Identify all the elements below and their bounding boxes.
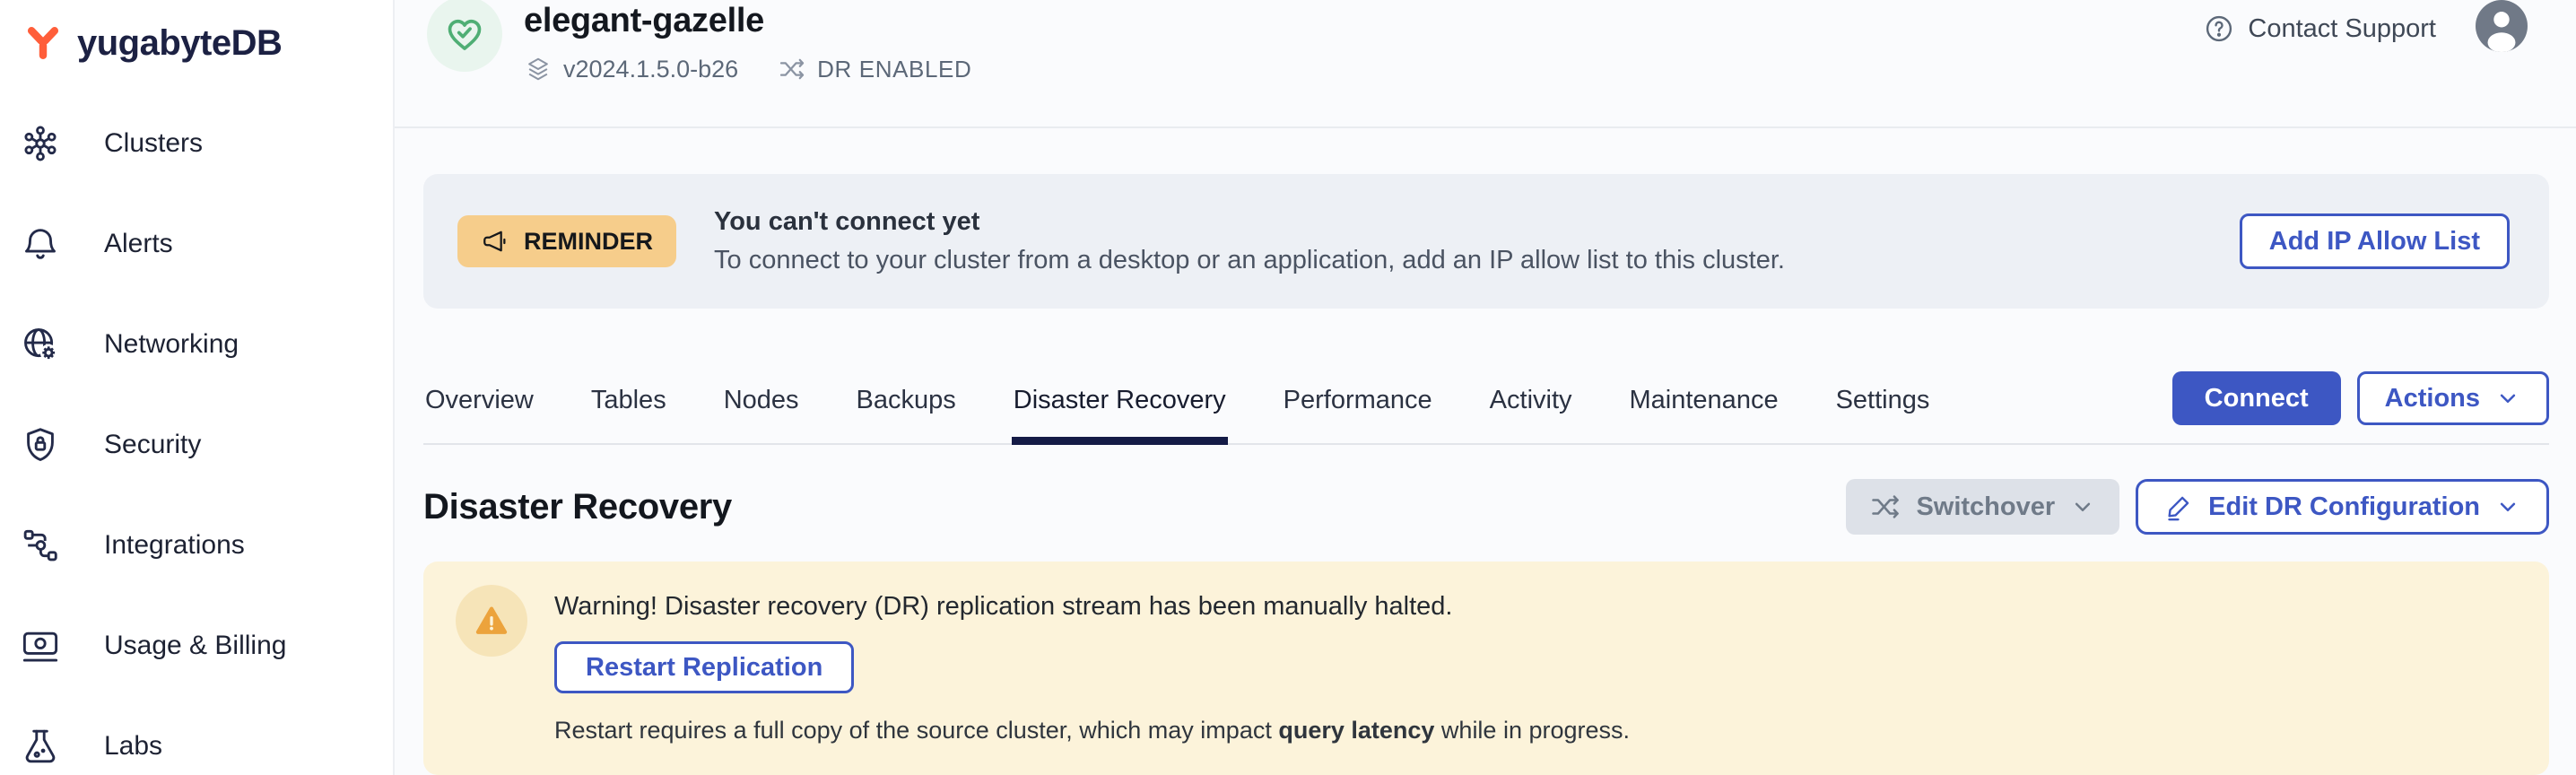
chevron-down-icon — [2494, 385, 2521, 412]
edit-dr-label: Edit DR Configuration — [2208, 492, 2480, 522]
restart-replication-button[interactable]: Restart Replication — [554, 641, 854, 693]
tab-activity[interactable]: Activity — [1488, 371, 1574, 445]
contact-support-label: Contact Support — [2248, 14, 2436, 44]
reminder-message: To connect to your cluster from a deskto… — [714, 246, 1785, 275]
user-avatar[interactable] — [2476, 0, 2528, 52]
cluster-health-badge — [427, 0, 502, 72]
switchover-dropdown-button[interactable]: Switchover — [1846, 479, 2119, 535]
warning-triangle-icon — [474, 603, 509, 639]
reminder-badge: REMINDER — [457, 215, 676, 267]
sidebar-item-integrations[interactable]: Integrations — [0, 495, 393, 596]
layers-icon — [524, 55, 553, 83]
sidebar-item-label: Usage & Billing — [104, 631, 286, 661]
add-ip-allow-list-button[interactable]: Add IP Allow List — [2240, 213, 2510, 269]
tab-backups[interactable]: Backups — [855, 371, 958, 445]
flask-icon — [20, 726, 61, 767]
sidebar-item-label: Alerts — [104, 229, 173, 259]
cluster-name: elegant-gazelle — [524, 2, 971, 40]
workflow-icon — [20, 525, 61, 566]
tab-disaster-recovery[interactable]: Disaster Recovery — [1012, 371, 1228, 445]
sidebar-item-label: Integrations — [104, 530, 245, 561]
reminder-title: You can't connect yet — [714, 207, 1785, 237]
switchover-label: Switchover — [1916, 492, 2055, 522]
shuffle-icon — [1869, 491, 1902, 523]
sidebar-item-label: Security — [104, 430, 201, 460]
dr-status-badge: DR ENABLED — [778, 55, 971, 83]
contact-support-link[interactable]: Contact Support — [2203, 13, 2436, 45]
tab-nodes[interactable]: Nodes — [722, 371, 801, 445]
pencil-icon — [2163, 492, 2194, 522]
tab-maintenance[interactable]: Maintenance — [1628, 371, 1780, 445]
person-icon — [2476, 0, 2528, 52]
actions-dropdown-button[interactable]: Actions — [2357, 371, 2549, 425]
shield-lock-icon — [20, 424, 61, 466]
tab-actions: Connect Actions — [2172, 371, 2549, 425]
shuffle-icon — [778, 55, 806, 83]
reminder-banner: REMINDER You can't connect yet To connec… — [423, 174, 2549, 309]
warning-note-emphasis: query latency — [1278, 717, 1434, 744]
connect-button[interactable]: Connect — [2172, 371, 2341, 425]
sidebar-item-alerts[interactable]: Alerts — [0, 194, 393, 294]
reminder-badge-label: REMINDER — [524, 228, 653, 256]
actions-label: Actions — [2385, 384, 2480, 414]
sidebar-item-usage-billing[interactable]: Usage & Billing — [0, 596, 393, 696]
chevron-down-icon — [2069, 493, 2096, 520]
heart-check-icon — [441, 11, 488, 57]
globe-gear-icon — [20, 324, 61, 365]
version-label: v2024.1.5.0-b26 — [563, 56, 738, 83]
cluster-info: elegant-gazelle v2024.1.5.0-b26 — [524, 0, 971, 83]
sidebar-item-labs[interactable]: Labs — [0, 696, 393, 775]
banknote-icon — [20, 625, 61, 666]
sidebar-item-clusters[interactable]: Clusters — [0, 93, 393, 194]
tab-performance[interactable]: Performance — [1282, 371, 1434, 445]
sidebar: yugabyteDB Clusters Alerts — [0, 0, 395, 775]
page-title: Disaster Recovery — [423, 487, 732, 527]
brand-wordmark: yugabyteDB — [77, 23, 282, 64]
megaphone-icon — [481, 226, 511, 257]
question-circle-icon — [2203, 13, 2235, 45]
bell-icon — [20, 223, 61, 265]
clusters-icon — [20, 123, 61, 164]
sidebar-item-networking[interactable]: Networking — [0, 294, 393, 395]
tab-tables[interactable]: Tables — [589, 371, 668, 445]
main-content: REMINDER You can't connect yet To connec… — [395, 128, 2576, 775]
content-column: elegant-gazelle v2024.1.5.0-b26 — [395, 0, 2576, 775]
dr-section-header: Disaster Recovery Switchover Edit DR Co — [423, 479, 2549, 535]
tab-overview[interactable]: Overview — [423, 371, 535, 445]
edit-dr-configuration-button[interactable]: Edit DR Configuration — [2136, 479, 2549, 535]
warning-icon-circle — [456, 585, 527, 657]
tabs-row: Overview Tables Nodes Backups Disaster R… — [423, 371, 2549, 445]
yugabytedb-logo-icon — [23, 23, 63, 63]
warning-banner: Warning! Disaster recovery (DR) replicat… — [423, 562, 2549, 775]
sidebar-item-label: Clusters — [104, 128, 203, 159]
warning-note: Restart requires a full copy of the sour… — [554, 717, 1630, 745]
warning-title: Warning! Disaster recovery (DR) replicat… — [554, 592, 1452, 622]
sidebar-item-security[interactable]: Security — [0, 395, 393, 495]
dr-status-label: DR ENABLED — [817, 56, 971, 83]
sidebar-nav: Clusters Alerts — [0, 93, 393, 775]
brand-logo[interactable]: yugabyteDB — [0, 0, 393, 70]
cluster-header: elegant-gazelle v2024.1.5.0-b26 — [395, 0, 2576, 128]
tab-settings[interactable]: Settings — [1834, 371, 1932, 445]
sidebar-item-label: Labs — [104, 731, 162, 762]
cluster-version: v2024.1.5.0-b26 — [524, 55, 738, 83]
chevron-down-icon — [2494, 493, 2521, 520]
sidebar-item-label: Networking — [104, 329, 239, 360]
